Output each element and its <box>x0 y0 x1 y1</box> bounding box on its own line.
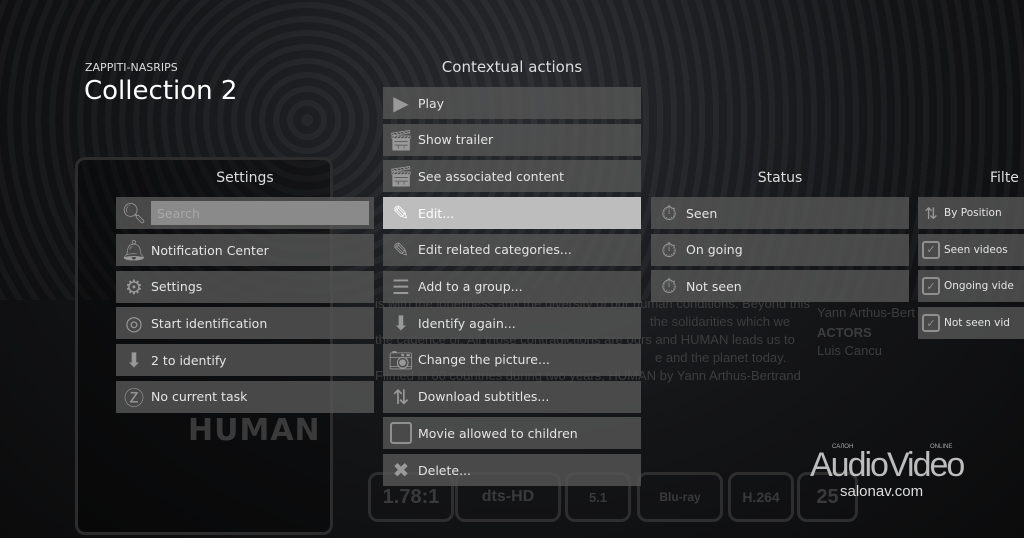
menu-item-label: Ongoing vide <box>944 280 1014 293</box>
filter-menu-item[interactable]: ✓ Not seen vid <box>918 307 1024 340</box>
poster-title: HUMAN <box>188 413 321 448</box>
clapper-icon: 🎬︎ <box>388 164 414 189</box>
pencil-icon: ✎ <box>392 201 410 226</box>
checkbox-box: ✓ <box>922 277 940 296</box>
watermark-top-left: САЛОН <box>832 444 854 450</box>
filter-heading: Filte <box>990 170 1019 186</box>
checkbox-box: ✓ <box>922 314 940 333</box>
filter-menu-item[interactable]: ✓ Seen videos <box>918 233 1024 266</box>
menu-item-label: On going <box>686 242 743 258</box>
bell-icon: 🔔︎ <box>121 238 147 262</box>
stopwatch-icon: ⏱ <box>661 237 677 262</box>
status-menu-item[interactable]: ⏱ Seen <box>651 197 909 229</box>
settings-heading: Settings <box>216 170 274 186</box>
checkbox-box: ✓ <box>922 240 940 259</box>
sort-icon: ⇅ <box>924 203 938 223</box>
filter-menu-item[interactable]: ⇅ By Position <box>918 197 1024 229</box>
context-menu-item[interactable]: 🎬︎ Show trailer <box>383 123 641 156</box>
search-input[interactable] <box>151 201 369 225</box>
status-menu-item[interactable]: ⏱ Not seen <box>651 270 909 303</box>
watermark-logo: САЛОН ONLINE AudioVideo salonav.com <box>810 444 970 500</box>
menu-item-label: 2 to identify <box>151 352 227 368</box>
context-menu-item[interactable]: ✎ Edit related categories... <box>383 233 641 266</box>
menu-item-label: Seen videos <box>944 243 1008 256</box>
menu-item-label: Play <box>418 95 445 111</box>
checkbox-checked-icon: ✓ <box>921 310 941 336</box>
settings-menu-item[interactable]: ⚙ Settings <box>116 270 374 303</box>
page-title: Collection 2 <box>84 76 238 106</box>
status-heading: Status <box>757 170 803 186</box>
arrow-down-icon: ⬇ <box>125 348 143 373</box>
context-menu-item[interactable]: ⬇ Identify again... <box>383 307 641 340</box>
status-menu-item[interactable]: ⏱ On going <box>651 233 909 266</box>
identify-icon: ⬇ <box>392 311 410 336</box>
checkbox-icon <box>388 420 414 446</box>
context-menu-item[interactable]: Movie allowed to children <box>383 417 641 450</box>
credit-line: Yann Arthus-Bert <box>817 305 916 320</box>
stopwatch-icon: ⏱ <box>661 274 677 299</box>
credit-line: Luis Cancu <box>817 343 883 358</box>
menu-item-label: Notification Center <box>151 242 269 258</box>
credit-line: ACTORS <box>817 325 872 340</box>
codec-badge: H.264 <box>728 472 794 522</box>
watermark-top-right: ONLINE <box>930 444 953 450</box>
menu-item-label: See associated content <box>418 168 564 184</box>
menu-item-label: Edit related categories... <box>418 242 572 258</box>
stopwatch-icon: ⏱ <box>661 201 677 225</box>
filter-menu-item[interactable]: ✓ Ongoing vide <box>918 270 1024 303</box>
zappiti-icon: Ⓩ <box>124 386 144 411</box>
watermark-site: salonav.com <box>840 483 924 500</box>
context-menu-item[interactable]: ☰ Add to a group... <box>383 270 641 303</box>
menu-item-label: Download subtitles... <box>418 389 550 405</box>
checkbox-checked-icon: ✓ <box>921 237 941 263</box>
camera-icon: 📷︎ <box>388 347 414 372</box>
watermark-name: AudioVideo <box>810 446 965 484</box>
credits: Yann Arthus-Bert ACTORS Luis Cancu <box>817 304 915 360</box>
play-icon: ▶ <box>393 91 409 115</box>
menu-item-label: Add to a group... <box>418 279 523 294</box>
target-icon: ◎ <box>125 311 143 336</box>
menu-item-label: No current task <box>151 389 248 405</box>
search-row: 🔍︎ <box>116 197 374 229</box>
checkbox-checked-icon: ✓ <box>921 273 941 299</box>
library-name: ZAPPITI-NASRIPS <box>85 61 178 74</box>
settings-menu-item[interactable]: Ⓩ No current task <box>116 380 374 413</box>
menu-item-label: By Position <box>944 207 1002 219</box>
list-icon: ☰ <box>392 274 410 299</box>
menu-item-label: Start identification <box>151 315 268 331</box>
menu-item-label: Seen <box>686 205 718 221</box>
menu-item-label: Settings <box>151 279 203 295</box>
context-menu-heading: Contextual actions <box>441 58 583 76</box>
download-subtitles-icon: ⇅ <box>392 384 410 409</box>
menu-item-label: Delete... <box>418 462 471 478</box>
menu-item-label: Movie allowed to children <box>418 425 578 441</box>
context-menu-item[interactable]: ✖ Delete... <box>383 454 641 486</box>
delete-icon: ✖ <box>392 458 410 482</box>
menu-item-label: Edit... <box>418 205 455 221</box>
settings-menu-item[interactable]: 🔔︎ Notification Center <box>116 234 374 266</box>
clapper-icon: 🎬︎ <box>388 127 414 152</box>
context-menu-item[interactable]: ▶ Play <box>383 87 641 119</box>
menu-item-label: Not seen <box>686 278 742 294</box>
menu-item-label: Show trailer <box>418 132 494 148</box>
settings-menu-item[interactable]: ⬇ 2 to identify <box>116 344 374 377</box>
bluray-badge: Blu-ray <box>637 472 723 522</box>
menu-item-label: Identify again... <box>418 315 516 331</box>
pencil-icon: ✎ <box>392 237 410 262</box>
context-menu-item[interactable]: 🎬︎ See associated content <box>383 160 641 193</box>
search-icon: 🔍︎ <box>121 201 147 225</box>
settings-menu-item[interactable]: ◎ Start identification <box>116 307 374 340</box>
context-menu-item[interactable]: ✎ Edit... <box>383 197 641 230</box>
checkbox-box <box>390 422 412 445</box>
context-menu-item[interactable]: 📷︎ Change the picture... <box>383 343 641 376</box>
menu-item-label: Not seen vid <box>944 317 1010 330</box>
gear-icon: ⚙ <box>125 274 143 299</box>
context-menu-item[interactable]: ⇅ Download subtitles... <box>383 380 641 413</box>
menu-item-label: Change the picture... <box>418 352 550 368</box>
